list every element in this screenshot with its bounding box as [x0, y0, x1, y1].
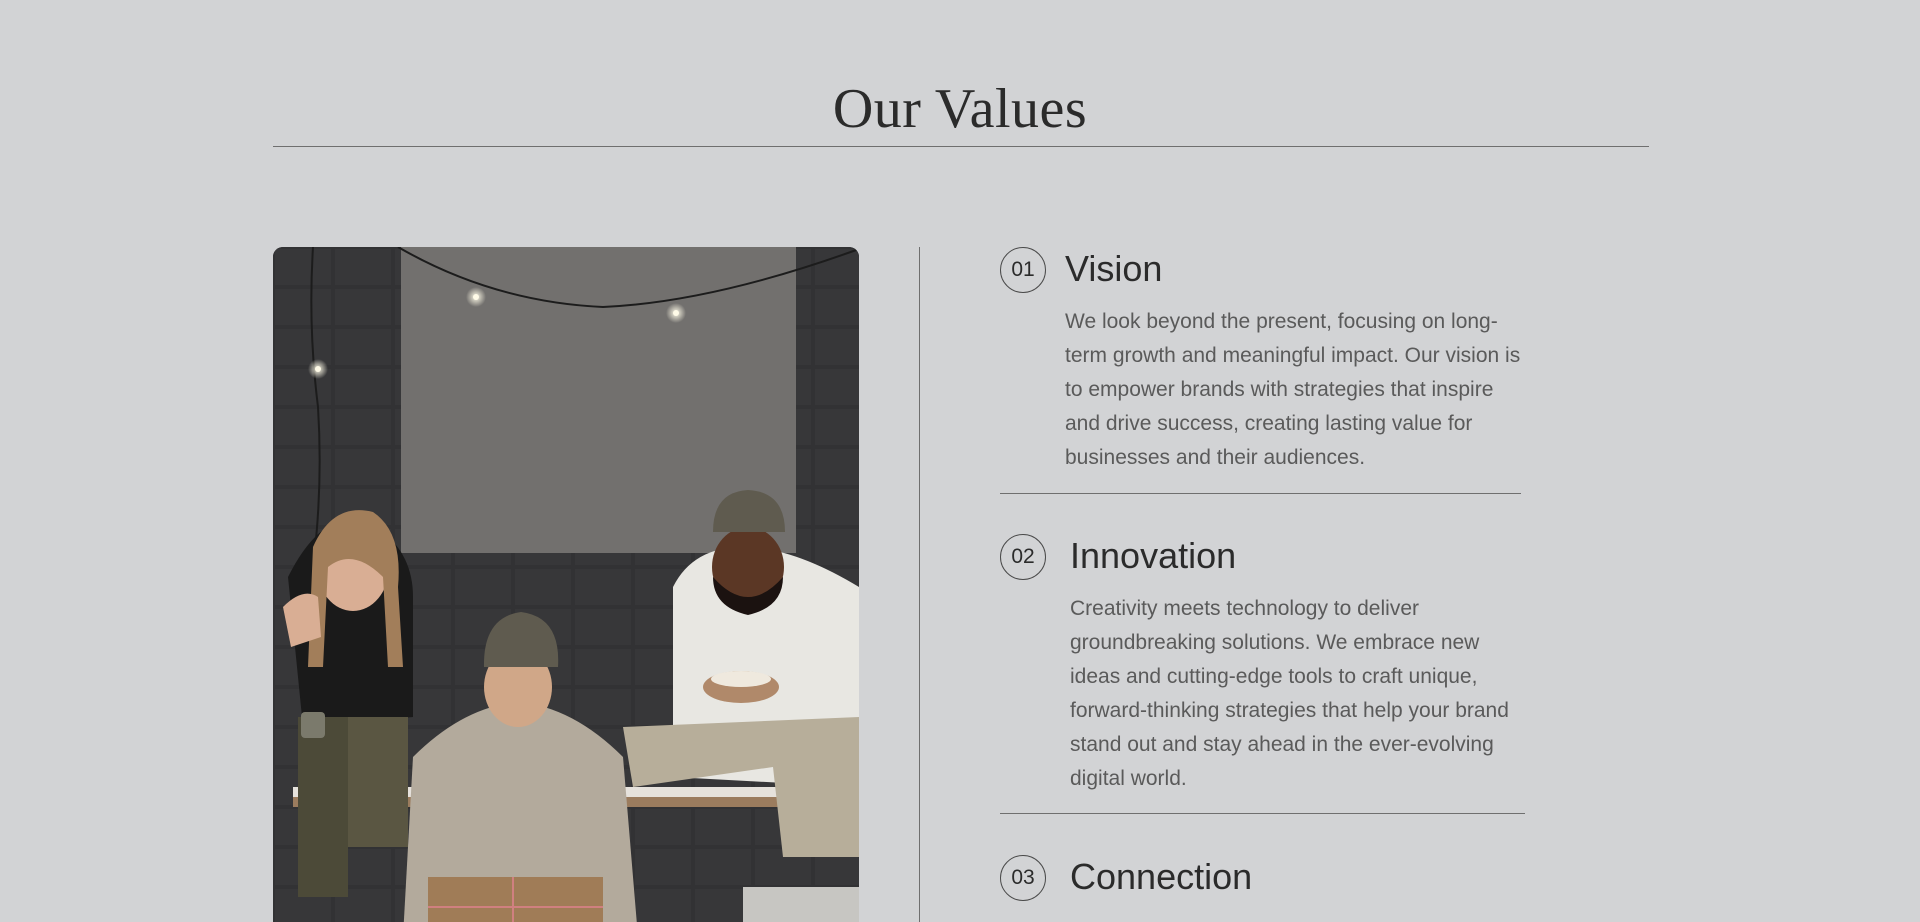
values-section: Our Values 01 Vision We look beyond the …	[0, 0, 1920, 922]
value-description: We look beyond the present, focusing on …	[1065, 310, 1521, 469]
value-description: Creativity meets technology to deliver g…	[1070, 597, 1509, 790]
team-photo	[273, 247, 859, 922]
value-number-badge: 02	[1000, 534, 1046, 580]
value-number-badge: 01	[1000, 247, 1046, 293]
value-title: Innovation	[1070, 535, 1237, 576]
column-divider	[919, 247, 920, 922]
title-divider	[273, 146, 1649, 147]
value-title: Vision	[1065, 248, 1163, 289]
value-divider	[1000, 493, 1521, 494]
section-title: Our Values	[832, 77, 1088, 140]
value-divider	[1000, 813, 1525, 814]
value-number-badge: 03	[1000, 855, 1046, 901]
value-title: Connection	[1070, 856, 1253, 897]
